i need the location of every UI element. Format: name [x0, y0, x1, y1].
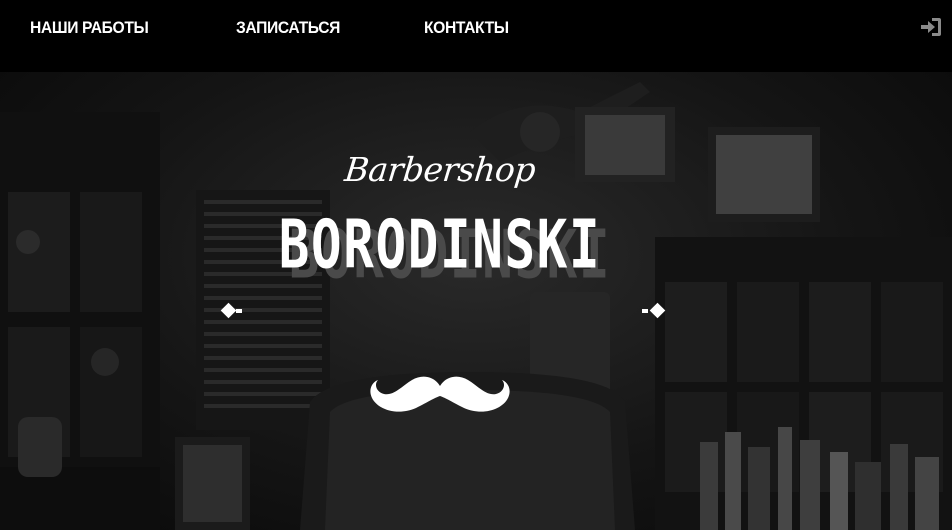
mustache-icon — [370, 376, 510, 412]
logo-dash-right — [642, 309, 648, 313]
page: НАШИ РАБОТЫ ЗАПИСАТЬСЯ КОНТАКТЫ Barbersh… — [0, 0, 952, 530]
nav-link-book-appointment[interactable]: ЗАПИСАТЬСЯ — [236, 16, 340, 40]
nav-link-contacts[interactable]: КОНТАКТЫ — [424, 16, 509, 40]
sign-in-icon[interactable] — [920, 17, 942, 37]
logo-diamond-right — [649, 302, 666, 319]
logo-diamond-left — [220, 302, 237, 319]
nav-link-our-works[interactable]: НАШИ РАБОТЫ — [30, 16, 149, 40]
logo-name: BORODINSKI — [278, 205, 602, 284]
hero-logo: Barbershop BORODINSKI BORODINSKI — [0, 72, 952, 412]
top-navigation: НАШИ РАБОТЫ ЗАПИСАТЬСЯ КОНТАКТЫ — [0, 0, 952, 72]
logo-script-text: Barbershop — [342, 150, 538, 189]
logo-dash-left — [236, 309, 242, 313]
